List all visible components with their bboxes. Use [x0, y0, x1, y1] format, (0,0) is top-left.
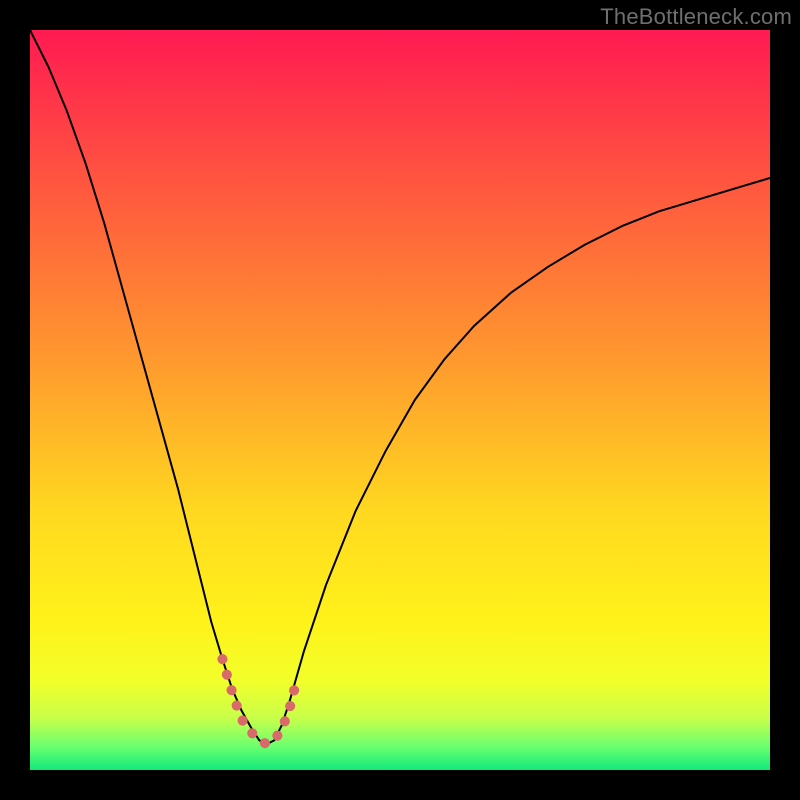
chart-frame: [30, 30, 770, 770]
chart-background: [30, 30, 770, 770]
watermark-text: TheBottleneck.com: [600, 4, 792, 30]
bottleneck-chart: [30, 30, 770, 770]
